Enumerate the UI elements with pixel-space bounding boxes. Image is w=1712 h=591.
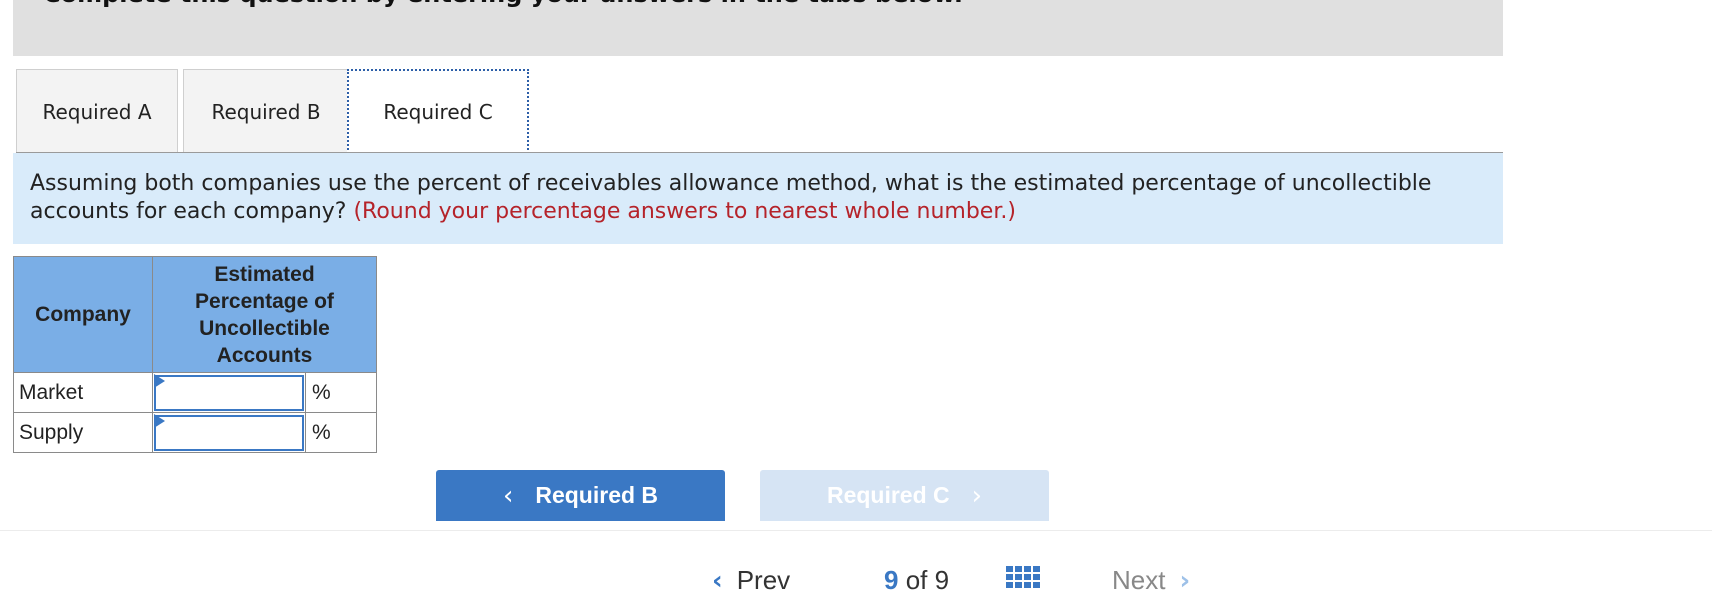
input-cell — [152, 372, 306, 413]
chevron-right-icon: › — [1179, 565, 1191, 591]
current-page: 9 — [884, 565, 899, 591]
tab-required-a[interactable]: Required A — [16, 69, 178, 153]
table-row: Market % — [13, 372, 377, 413]
chevron-left-icon: ‹ — [502, 480, 514, 511]
question-instruction: Assuming both companies use the percent … — [13, 153, 1503, 244]
grid-icon[interactable] — [1006, 566, 1040, 591]
percent-unit: % — [305, 412, 377, 453]
next-required-label: Required C — [826, 482, 950, 508]
chevron-left-icon: ‹ — [712, 565, 723, 591]
total-pages: 9 — [934, 565, 950, 591]
banner-text: Complete this question by entering your … — [43, 0, 963, 8]
next-question-link[interactable]: Next › — [1112, 565, 1190, 591]
company-name-supply: Supply — [13, 412, 153, 453]
percent-unit: % — [305, 372, 377, 413]
supply-percentage-input[interactable] — [154, 414, 304, 451]
input-cell — [152, 412, 306, 453]
prev-question-link[interactable]: ‹ Prev — [712, 565, 790, 591]
chevron-right-icon: › — [971, 480, 983, 511]
page-counter: 9 of 9 — [884, 565, 949, 591]
company-name-market: Market — [13, 372, 153, 413]
previous-required-button[interactable]: ‹ Required B — [436, 470, 725, 521]
next-label: Next — [1112, 565, 1166, 591]
footer-divider — [0, 530, 1712, 531]
header-company: Company — [13, 256, 153, 373]
header-estimate-label: Estimated Percentage of Uncollectible Ac… — [195, 262, 334, 367]
header-estimate: Estimated Percentage of Uncollectible Ac… — [152, 256, 377, 373]
instruction-banner: Complete this question by entering your … — [13, 0, 1503, 56]
tab-required-c[interactable]: Required C — [347, 69, 529, 154]
market-percentage-input[interactable] — [154, 374, 304, 411]
prev-label: Prev — [736, 565, 791, 591]
flag-icon — [154, 374, 165, 388]
next-required-button[interactable]: Required C › — [760, 470, 1049, 521]
of-label: of — [905, 565, 928, 591]
previous-required-label: Required B — [535, 482, 659, 508]
tab-required-b[interactable]: Required B — [183, 69, 349, 153]
flag-icon — [154, 414, 165, 428]
answer-table: Company Estimated Percentage of Uncollec… — [13, 256, 377, 453]
rounding-note: (Round your percentage answers to neares… — [353, 199, 1016, 224]
table-row: Supply % — [13, 412, 377, 453]
